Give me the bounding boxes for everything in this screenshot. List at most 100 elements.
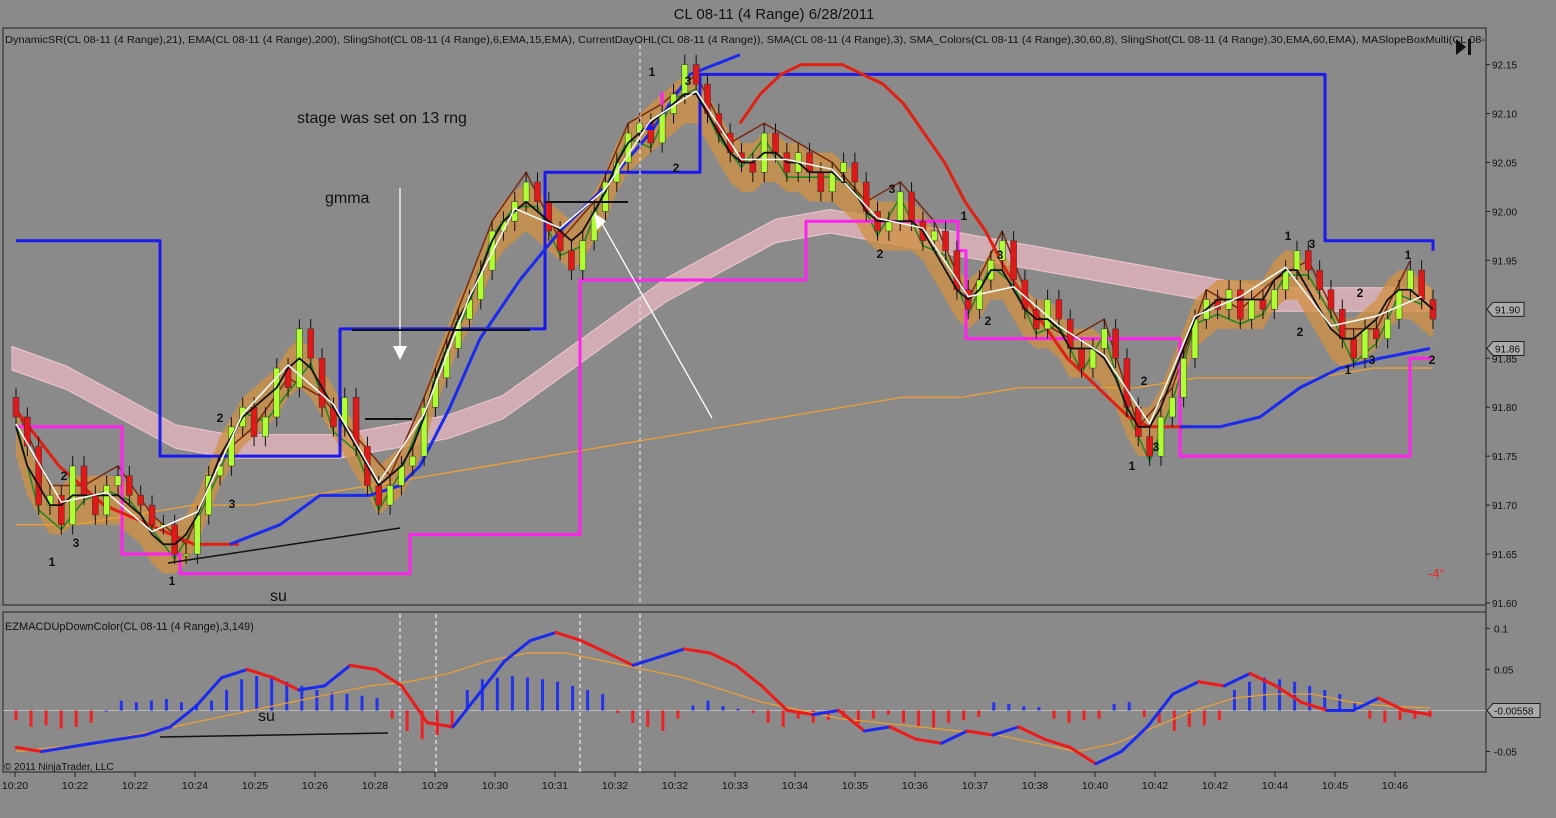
bar-end-icon bbox=[1468, 39, 1471, 55]
candle-body bbox=[749, 162, 757, 173]
swing-number-label: 1 bbox=[961, 209, 968, 223]
candle-body bbox=[1316, 269, 1323, 290]
swing-number-label: 3 bbox=[73, 536, 80, 550]
candle-body bbox=[1169, 397, 1176, 418]
macd-histogram-bar bbox=[1232, 689, 1236, 711]
indicator-label: DynamicSR(CL 08-11 (4 Range),21), EMA(CL… bbox=[5, 34, 1486, 46]
time-tick-label: 10:34 bbox=[782, 780, 808, 792]
time-tick-label: 10:20 bbox=[2, 780, 28, 792]
macd-histogram-bar bbox=[495, 677, 499, 711]
time-tick-label: 10:45 bbox=[1322, 780, 1348, 792]
time-tick-label: 10:35 bbox=[842, 780, 868, 792]
candle-body bbox=[1418, 269, 1425, 300]
candle-body bbox=[1395, 289, 1403, 320]
swing-number-label: 1 bbox=[169, 574, 176, 588]
macd-histogram-bar bbox=[1278, 679, 1282, 711]
macd-histogram-bar bbox=[691, 705, 695, 711]
price-tick-label: 92.15 bbox=[1492, 61, 1517, 72]
macd-histogram-bar bbox=[1007, 703, 1011, 711]
candle-body bbox=[1055, 299, 1063, 320]
macd-tick-label: 0.05 bbox=[1494, 665, 1514, 676]
macd-histogram-bar bbox=[992, 702, 996, 711]
candle-body bbox=[930, 230, 938, 242]
candle-body bbox=[1078, 348, 1085, 369]
candle-body bbox=[840, 162, 847, 173]
slope-readout: -4° bbox=[1428, 566, 1445, 581]
candle-body bbox=[772, 132, 779, 153]
price-tick-label: 91.75 bbox=[1492, 452, 1517, 463]
swing-number-label: 2 bbox=[1429, 353, 1436, 367]
time-tick-label: 10:26 bbox=[302, 780, 328, 792]
swing-number-label: 3 bbox=[1369, 353, 1376, 367]
chart-title: CL 08-11 (4 Range) 6/28/2011 bbox=[674, 6, 875, 23]
swing-number-label: 2 bbox=[61, 469, 68, 483]
candle-body bbox=[137, 495, 144, 506]
price-tick-label: 91.80 bbox=[1492, 403, 1517, 414]
swing-number-label: 3 bbox=[997, 248, 1004, 262]
candle-body bbox=[35, 446, 42, 506]
macd-histogram-bar bbox=[1172, 710, 1176, 731]
candle-body bbox=[908, 191, 915, 222]
macd-histogram-bar bbox=[721, 706, 725, 711]
macd-histogram-bar bbox=[1067, 710, 1071, 723]
macd-histogram-bar bbox=[1052, 710, 1056, 719]
time-tick-label: 10:46 bbox=[1382, 780, 1408, 792]
candle-body bbox=[262, 416, 269, 437]
macd-histogram-bar bbox=[781, 710, 785, 727]
time-tick-label: 10:32 bbox=[602, 780, 628, 792]
macd-histogram-bar bbox=[149, 700, 153, 711]
macd-histogram-bar bbox=[1202, 710, 1206, 726]
candle-body bbox=[568, 250, 575, 271]
macd-histogram-bar bbox=[1082, 710, 1086, 721]
macd-histogram-bar bbox=[59, 710, 63, 729]
candle-body bbox=[1373, 328, 1380, 339]
swing-number-label: 2 bbox=[1297, 325, 1304, 339]
time-tick-label: 10:42 bbox=[1202, 780, 1228, 792]
macd-histogram-bar bbox=[947, 710, 951, 723]
candle-body bbox=[126, 475, 133, 496]
chart-canvas[interactable]: CL 08-11 (4 Range) 6/28/2011 DynamicSR(CL… bbox=[0, 0, 1556, 818]
candle-body bbox=[1101, 328, 1108, 349]
macd-histogram-bar bbox=[255, 676, 259, 711]
candle-body bbox=[545, 201, 553, 232]
macd-histogram-bar bbox=[977, 710, 981, 718]
candle-body bbox=[1010, 240, 1017, 281]
price-marker-label: 91.86 bbox=[1495, 344, 1520, 355]
swing-number-label: 1 bbox=[1285, 229, 1292, 243]
macd-histogram-bar bbox=[315, 689, 319, 711]
swing-number-label: 1 bbox=[49, 555, 56, 569]
candle-body bbox=[1384, 318, 1391, 339]
macd-histogram-bar bbox=[932, 710, 936, 729]
swing-number-label: 1 bbox=[841, 172, 848, 186]
candle-body bbox=[386, 485, 394, 506]
candle-body bbox=[92, 495, 99, 516]
macd-histogram-bar bbox=[360, 695, 364, 711]
macd-histogram-bar bbox=[14, 710, 18, 721]
macd-histogram-bar bbox=[1217, 710, 1221, 721]
macd-histogram-bar bbox=[480, 679, 484, 711]
candle-body bbox=[692, 64, 700, 85]
macd-histogram-bar bbox=[871, 710, 875, 719]
macd-histogram-bar bbox=[736, 708, 740, 711]
time-tick-label: 10:33 bbox=[722, 780, 748, 792]
macd-histogram-bar bbox=[240, 679, 244, 711]
stage-annotation: stage was set on 13 rng bbox=[297, 110, 467, 127]
macd-histogram-bar bbox=[1127, 702, 1131, 711]
swing-number-label: 3 bbox=[685, 74, 692, 88]
macd-histogram-bar bbox=[89, 710, 93, 723]
swing-number-label: 1 bbox=[1345, 363, 1352, 377]
macd-histogram-bar bbox=[119, 700, 123, 711]
macd-histogram-bar bbox=[44, 710, 48, 726]
candle-body bbox=[658, 113, 666, 144]
time-tick-label: 10:44 bbox=[1262, 780, 1288, 792]
candle-body bbox=[942, 230, 949, 251]
macd-histogram-bar bbox=[540, 679, 544, 711]
candle-body bbox=[1248, 299, 1255, 320]
copyright-text: © 2011 NinjaTrader, LLC bbox=[4, 762, 114, 773]
candle-body bbox=[1271, 289, 1278, 310]
macd-histogram-bar bbox=[1112, 703, 1116, 711]
macd-histogram-bar bbox=[29, 710, 33, 727]
candle-body bbox=[534, 181, 541, 202]
swing-number-label: 1 bbox=[1129, 459, 1136, 473]
price-tick-label: 91.70 bbox=[1492, 501, 1517, 512]
